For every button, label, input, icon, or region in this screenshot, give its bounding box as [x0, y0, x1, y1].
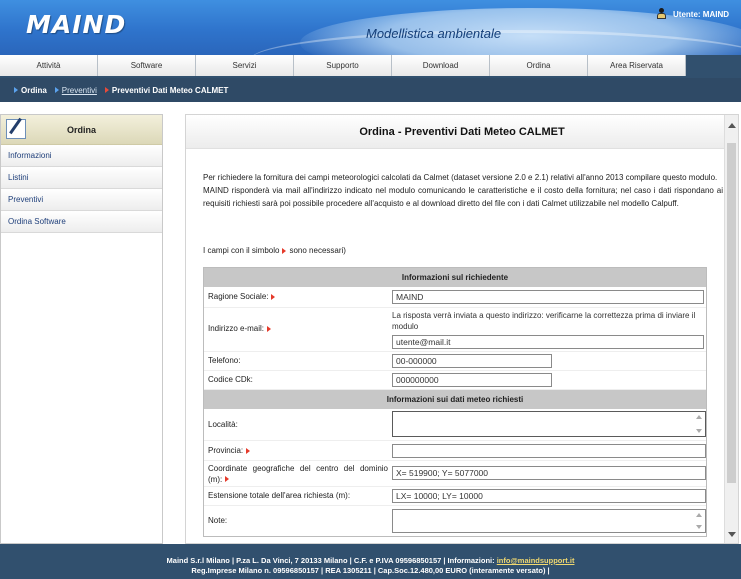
footer-line-1: Maind S.r.l Milano | P.za L. Da Vinci, 7…: [166, 556, 575, 565]
label-codice: Codice CDk:: [208, 375, 253, 384]
intro-paragraph-1: Per richiedere la fornitura dei campi me…: [203, 173, 718, 182]
scroll-down-icon[interactable]: [728, 532, 736, 537]
breadcrumb-item-current: Preventivi Dati Meteo CALMET: [104, 86, 228, 95]
label-telefono: Telefono:: [208, 356, 241, 365]
scrollbar-thumb[interactable]: [727, 143, 736, 483]
required-arrow-icon: [267, 325, 272, 332]
row-telefono: Telefono: 00-000000: [204, 352, 706, 371]
row-email: Indirizzo e-mail: La risposta verrà invi…: [204, 308, 706, 352]
site-header: MAIND Modellistica ambientale Utente: MA…: [0, 0, 741, 55]
label-ragione-sociale: Ragione Sociale:: [208, 292, 278, 301]
content-scrollbar[interactable]: [724, 115, 738, 543]
row-estensione: Estensione totale dell'area richiesta (m…: [204, 487, 706, 506]
email-input[interactable]: utente@mail.it: [392, 335, 704, 349]
nav-tab-supporto[interactable]: Supporto: [294, 55, 392, 76]
sidebar-item-ordina-software[interactable]: Ordina Software: [1, 211, 162, 233]
scroll-down-icon: [696, 525, 702, 529]
intro-text: Per richiedere la fornitura dei campi me…: [203, 171, 723, 210]
user-area[interactable]: Utente: MAIND: [656, 8, 729, 20]
required-arrow-icon: [246, 447, 251, 454]
required-arrow-icon: [282, 247, 287, 254]
row-note: Note:: [204, 506, 706, 536]
main-nav: Attività Software Servizi Supporto Downl…: [0, 55, 741, 78]
site-tagline: Modellistica ambientale: [366, 26, 502, 41]
provincia-input[interactable]: [392, 444, 706, 458]
user-label: Utente: MAIND: [673, 9, 729, 19]
label-estensione: Estensione totale dell'area richiesta (m…: [208, 491, 351, 500]
breadcrumb: Ordina Preventivi Preventivi Dati Meteo …: [0, 78, 741, 102]
required-arrow-icon: [271, 293, 276, 300]
scroll-up-icon[interactable]: [728, 123, 736, 128]
intro-paragraph-2: MAIND risponderà via mail all'indirizzo …: [203, 186, 723, 208]
sidebar-item-preventivi[interactable]: Preventivi: [1, 189, 162, 211]
pencil-icon: [6, 119, 26, 139]
email-hint: La risposta verrà inviata a questo indir…: [392, 311, 696, 331]
row-ragione-sociale: Ragione Sociale: MAIND: [204, 287, 706, 308]
site-footer: Maind S.r.l Milano | P.za L. Da Vinci, 7…: [0, 544, 741, 579]
maind-logo[interactable]: MAIND: [26, 10, 126, 39]
footer-line-2: Reg.Imprese Milano n. 09596850157 | REA …: [191, 566, 550, 575]
label-email: Indirizzo e-mail:: [208, 324, 274, 333]
breadcrumb-item-preventivi[interactable]: Preventivi: [54, 86, 97, 95]
row-codice: Codice CDk: 000000000: [204, 371, 706, 390]
section-header-richiedente: Informazioni sul richiedente: [204, 268, 706, 287]
nav-tab-servizi[interactable]: Servizi: [196, 55, 294, 76]
row-provincia: Provincia:: [204, 441, 706, 461]
nav-tab-ordina[interactable]: Ordina: [490, 55, 588, 76]
user-icon: [656, 8, 667, 20]
scroll-up-icon: [696, 415, 702, 419]
nav-tab-attivita[interactable]: Attività: [0, 55, 98, 76]
page-title: Ordina - Preventivi Dati Meteo CALMET: [186, 115, 738, 149]
codice-input[interactable]: 000000000: [392, 373, 552, 387]
footer-email-link[interactable]: info@maindsupport.it: [497, 556, 575, 565]
main-content: Ordina - Preventivi Dati Meteo CALMET Pe…: [185, 114, 739, 544]
ragione-sociale-input[interactable]: MAIND: [392, 290, 704, 304]
sidebar-item-listini[interactable]: Listini: [1, 167, 162, 189]
sidebar: Ordina Informazioni Listini Preventivi O…: [0, 114, 163, 544]
arrow-right-icon: [54, 87, 59, 93]
nav-tab-software[interactable]: Software: [98, 55, 196, 76]
coordinate-input[interactable]: X= 519900; Y= 5077000: [392, 466, 706, 480]
nav-tab-area-riservata[interactable]: Area Riservata: [588, 55, 686, 76]
note-textarea[interactable]: [392, 509, 706, 533]
nav-tab-download[interactable]: Download: [392, 55, 490, 76]
telefono-input[interactable]: 00-000000: [392, 354, 552, 368]
label-coordinate: Coordinate geografiche del centro del do…: [208, 464, 388, 484]
arrow-right-icon: [14, 87, 18, 93]
required-arrow-icon: [225, 476, 230, 482]
sidebar-item-informazioni[interactable]: Informazioni: [1, 145, 162, 167]
request-form: Informazioni sul richiedente Ragione Soc…: [203, 267, 707, 537]
estensione-input[interactable]: LX= 10000; LY= 10000: [392, 489, 706, 503]
row-coordinate: Coordinate geografiche del centro del do…: [204, 461, 706, 487]
sidebar-header: Ordina: [1, 115, 162, 145]
arrow-right-icon: [104, 87, 109, 93]
required-note: I campi con il simbolo sono necessari): [203, 246, 346, 255]
label-note: Note:: [208, 516, 228, 525]
label-provincia: Provincia:: [208, 446, 253, 455]
section-header-dati-meteo: Informazioni sui dati meteo richiesti: [204, 390, 706, 409]
breadcrumb-item-ordina[interactable]: Ordina: [14, 86, 47, 95]
scroll-up-icon: [696, 513, 702, 517]
scroll-down-icon: [696, 429, 702, 433]
label-localita: Località:: [208, 420, 238, 429]
localita-textarea[interactable]: [392, 411, 706, 437]
row-localita: Località:: [204, 409, 706, 441]
